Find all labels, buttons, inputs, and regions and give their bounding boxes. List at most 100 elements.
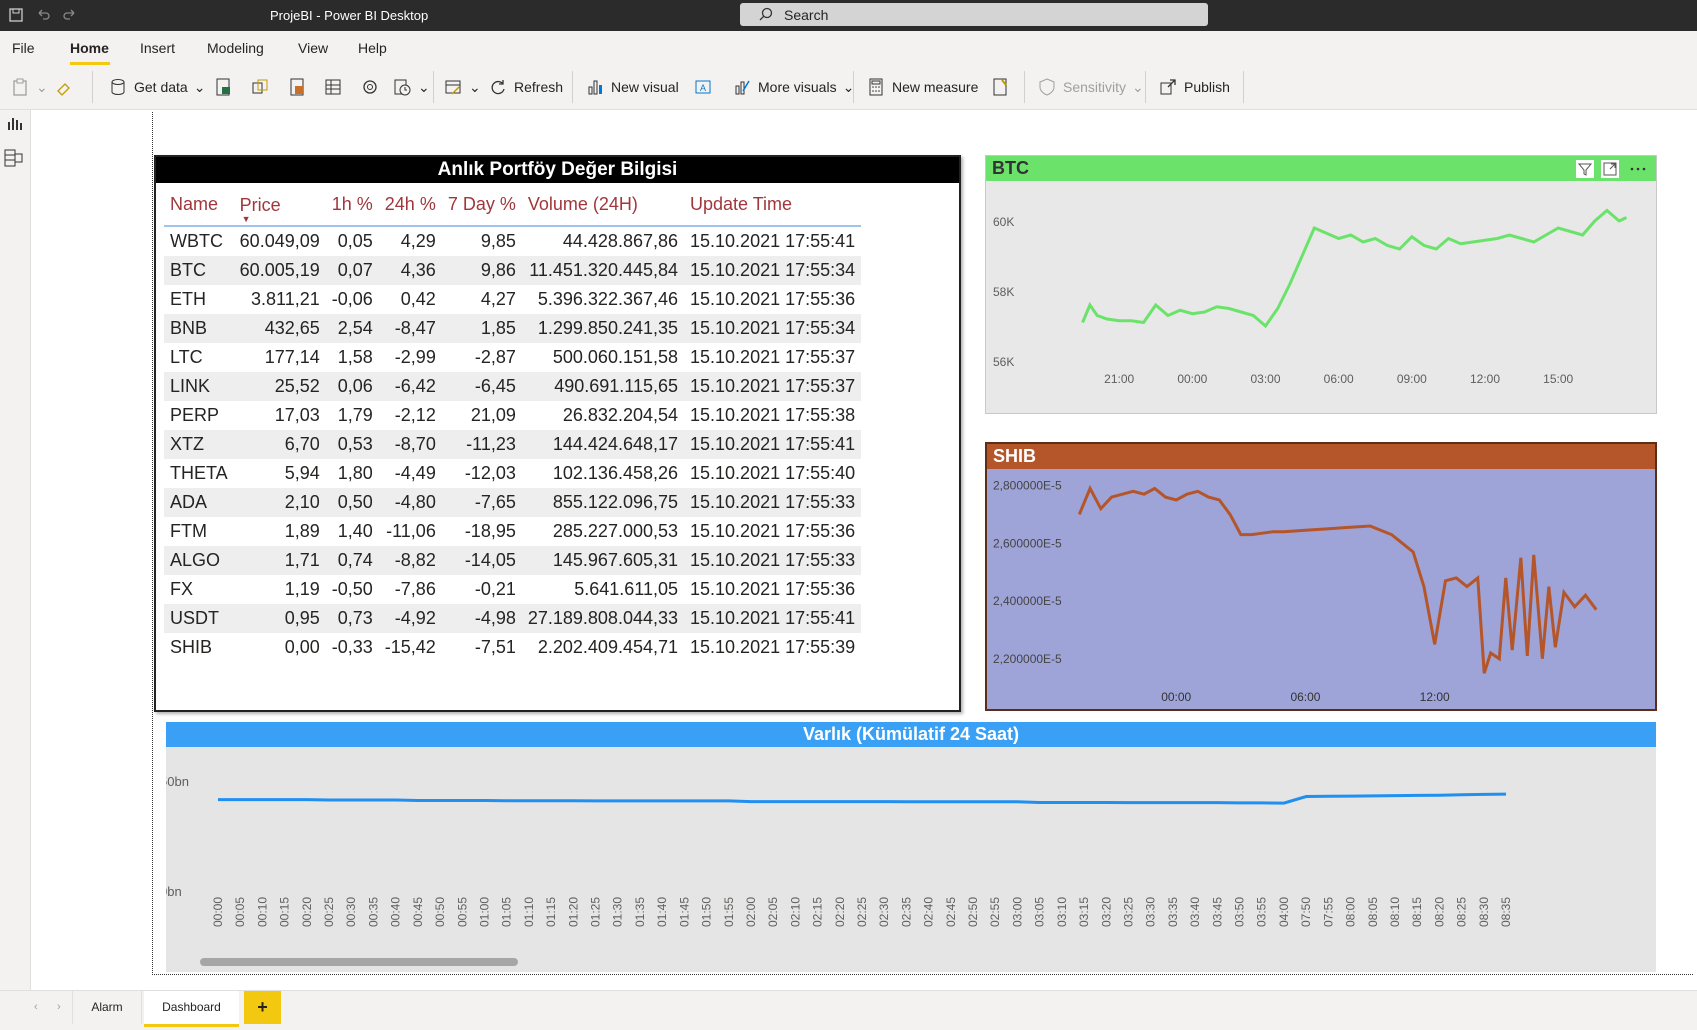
get-data-button[interactable]: Get data ⌄ bbox=[108, 77, 205, 97]
chevron-down-icon: ⌄ bbox=[418, 78, 430, 95]
refresh-icon bbox=[491, 80, 505, 95]
col-volume-cell: 44.428.867,86 bbox=[562, 231, 679, 251]
new-measure-button[interactable]: New measure bbox=[866, 77, 978, 97]
portfolio-table-visual[interactable]: Anlık Portföy Değer Bilgisi Name Price ▼ 1h… bbox=[154, 155, 961, 712]
redo-icon[interactable] bbox=[62, 7, 78, 23]
btc-line-chart: 56K 58K 60K 21:00 00:00 03:00 06:00 09:00 12:00 1… bbox=[993, 208, 1628, 386]
col-volume-cell: 490.691.115,65 bbox=[521, 372, 685, 401]
table-row[interactable]: FX 1,19 -0,50 -7,86 -0,21 5.641.611,05 15.10.2… bbox=[164, 575, 861, 604]
quick-measure-icon[interactable] bbox=[990, 77, 1010, 97]
ribbon: ⌄ Get data ⌄ ⌄ ⌄ Refresh New visual A Mor… bbox=[0, 65, 1697, 110]
x-tick-label: 00:45 bbox=[411, 897, 425, 927]
shib-chart-visual[interactable]: SHIB 2,200000E-5 2,400000E-5 2,600000E-5 2,… bbox=[985, 442, 1657, 711]
tab-alarm[interactable]: Alarm bbox=[72, 991, 142, 1024]
col-name-header[interactable]: Name bbox=[164, 189, 234, 227]
table-row[interactable]: LINK 25,52 0,06 -6,42 -6,45 490.691.115,65 15.… bbox=[164, 372, 862, 401]
dataverse-icon[interactable] bbox=[360, 77, 380, 97]
menu-view[interactable]: View bbox=[298, 40, 328, 56]
x-tick-label: 08:15 bbox=[1410, 897, 1424, 927]
col-7day-cell: 21,09 bbox=[470, 405, 516, 425]
refresh-button[interactable]: Refresh bbox=[488, 77, 563, 97]
sensitivity-button[interactable]: Sensitivity ⌄ bbox=[1037, 77, 1144, 97]
menu-home[interactable]: Home bbox=[70, 40, 109, 56]
report-view-icon[interactable] bbox=[5, 114, 25, 134]
more-visuals-button[interactable]: More visuals ⌄ bbox=[732, 77, 854, 97]
col-1h-cell: 0,06 bbox=[325, 372, 379, 401]
dataset-icon[interactable] bbox=[250, 77, 270, 97]
col-update-time-header[interactable]: Update Time bbox=[684, 189, 862, 227]
col-24h-cell: -4,49 bbox=[394, 463, 436, 483]
col-price-header[interactable]: Price ▼ bbox=[233, 189, 326, 227]
col-1h-cell: 1,58 bbox=[337, 347, 373, 367]
x-tick-label: 08:20 bbox=[1432, 897, 1446, 927]
x-tick-label: 02:10 bbox=[788, 897, 802, 927]
col-price-cell: 5,94 bbox=[284, 463, 320, 483]
text-box-icon[interactable]: A bbox=[693, 77, 713, 97]
table-row[interactable]: USDT 0,95 0,73 -4,92 -4,98 27.189.808.044,33 1… bbox=[164, 604, 862, 633]
col-1h-cell: 0,73 bbox=[325, 604, 379, 633]
save-icon[interactable] bbox=[8, 7, 24, 23]
menu-file[interactable]: File bbox=[12, 40, 35, 56]
x-tick-label: 07:55 bbox=[1321, 897, 1335, 927]
table-row[interactable]: ETH 3.811,21 -0,06 0,42 4,27 5.396.322.367,46… bbox=[164, 285, 861, 314]
menu-help[interactable]: Help bbox=[358, 40, 387, 56]
col-24h-cell: -8,70 bbox=[378, 430, 442, 459]
table-row[interactable]: PERP 17,03 1,79 -2,12 21,09 26.832.204,54 15.1… bbox=[164, 401, 861, 430]
transform-data-button[interactable]: ⌄ bbox=[443, 77, 481, 97]
new-visual-button[interactable]: New visual bbox=[585, 77, 679, 97]
col-update-time-cell: 15.10.2021 17:55:38 bbox=[690, 405, 856, 425]
col-7day-header[interactable]: 7 Day % bbox=[441, 189, 522, 227]
table-row[interactable]: FTM 1,89 1,40 -11,06 -18,95 285.227.000,53 15.… bbox=[164, 517, 861, 546]
table-title: Anlık Portföy Değer Bilgisi bbox=[156, 157, 959, 183]
data-view-icon[interactable] bbox=[3, 148, 25, 168]
search-box[interactable]: Search bbox=[740, 3, 1208, 26]
btc-chart-visual[interactable]: BTC 56K 58K 60K 21:00 00:00 03:00 06:00 09:00 12… bbox=[985, 155, 1657, 414]
x-tick-label: 00:15 bbox=[278, 897, 292, 927]
col-price-cell: 25,52 bbox=[233, 372, 326, 401]
more-options-icon[interactable] bbox=[1626, 160, 1650, 178]
focus-mode-icon[interactable] bbox=[1601, 160, 1619, 178]
recent-sources-button[interactable]: ⌄ bbox=[392, 77, 430, 97]
enter-data-icon[interactable] bbox=[323, 77, 343, 97]
col-update-time-cell: 15.10.2021 17:55:41 bbox=[684, 430, 862, 459]
tab-dashboard[interactable]: Dashboard bbox=[144, 991, 239, 1027]
chevron-down-icon: ⌄ bbox=[469, 78, 481, 95]
menu-modeling[interactable]: Modeling bbox=[207, 40, 264, 56]
table-row[interactable]: ALGO 1,71 0,74 -8,82 -14,05 145.967.605,31 15.… bbox=[164, 546, 862, 575]
shib-price-line bbox=[1077, 484, 1598, 674]
varlik-chart-visual[interactable]: Varlık (Kümülatif 24 Saat) 0bn50bn00:000… bbox=[166, 722, 1656, 972]
paste-button[interactable]: ⌄ bbox=[10, 77, 48, 97]
publish-button[interactable]: Publish bbox=[1158, 77, 1230, 97]
col-7day-cell: -7,51 bbox=[474, 637, 516, 657]
tab-scroll-left-icon[interactable]: ‹ bbox=[34, 1001, 38, 1013]
x-tick-label: 01:05 bbox=[500, 897, 514, 927]
table-row[interactable]: XTZ 6,70 0,53 -8,70 -11,23 144.424.648,17 15.1… bbox=[164, 430, 862, 459]
publish-icon bbox=[1160, 79, 1176, 95]
col-name-cell: PERP bbox=[170, 405, 220, 425]
col-24h-cell: -11,06 bbox=[386, 521, 436, 541]
database-icon bbox=[111, 79, 125, 95]
col-24h-header[interactable]: 24h % bbox=[378, 189, 442, 227]
format-painter-button[interactable] bbox=[55, 77, 75, 97]
col-1h-cell: 0,07 bbox=[325, 256, 379, 285]
col-1h-header[interactable]: 1h % bbox=[325, 189, 379, 227]
table-row[interactable]: WBTC 60.049,09 0,05 4,29 9,85 44.428.867,86 15… bbox=[164, 226, 861, 256]
col-price-cell: 60.049,09 bbox=[239, 231, 320, 251]
col-7day-cell: -18,95 bbox=[464, 521, 516, 541]
table-row[interactable]: BNB 432,65 2,54 -8,47 1,85 1.299.850.241,35 15… bbox=[164, 314, 862, 343]
excel-icon[interactable] bbox=[213, 77, 233, 97]
menu-insert[interactable]: Insert bbox=[140, 40, 175, 56]
filter-icon[interactable] bbox=[1576, 160, 1594, 178]
table-row[interactable]: LTC 177,14 1,58 -2,99 -2,87 500.060.151,58 15.… bbox=[164, 343, 861, 372]
x-tick-label: 03:30 bbox=[1144, 897, 1158, 927]
table-row[interactable]: SHIB 0,00 -0,33 -15,42 -7,51 2.202.409.454,71… bbox=[164, 633, 861, 662]
add-page-button[interactable]: + bbox=[244, 991, 281, 1024]
table-row[interactable]: ADA 2,10 0,50 -4,80 -7,65 855.122.096,75 15.10… bbox=[164, 488, 862, 517]
col-volume-header[interactable]: Volume (24H) bbox=[521, 189, 685, 227]
col-1h-cell: 0,74 bbox=[325, 546, 379, 575]
sql-icon[interactable] bbox=[287, 77, 307, 97]
table-row[interactable]: BTC 60.005,19 0,07 4,36 9,86 11.451.320.445,8… bbox=[164, 256, 862, 285]
undo-icon[interactable] bbox=[35, 7, 51, 23]
table-row[interactable]: THETA 5,94 1,80 -4,49 -12,03 102.136.458,26 15… bbox=[164, 459, 861, 488]
tab-scroll-right-icon[interactable]: › bbox=[57, 1001, 61, 1013]
